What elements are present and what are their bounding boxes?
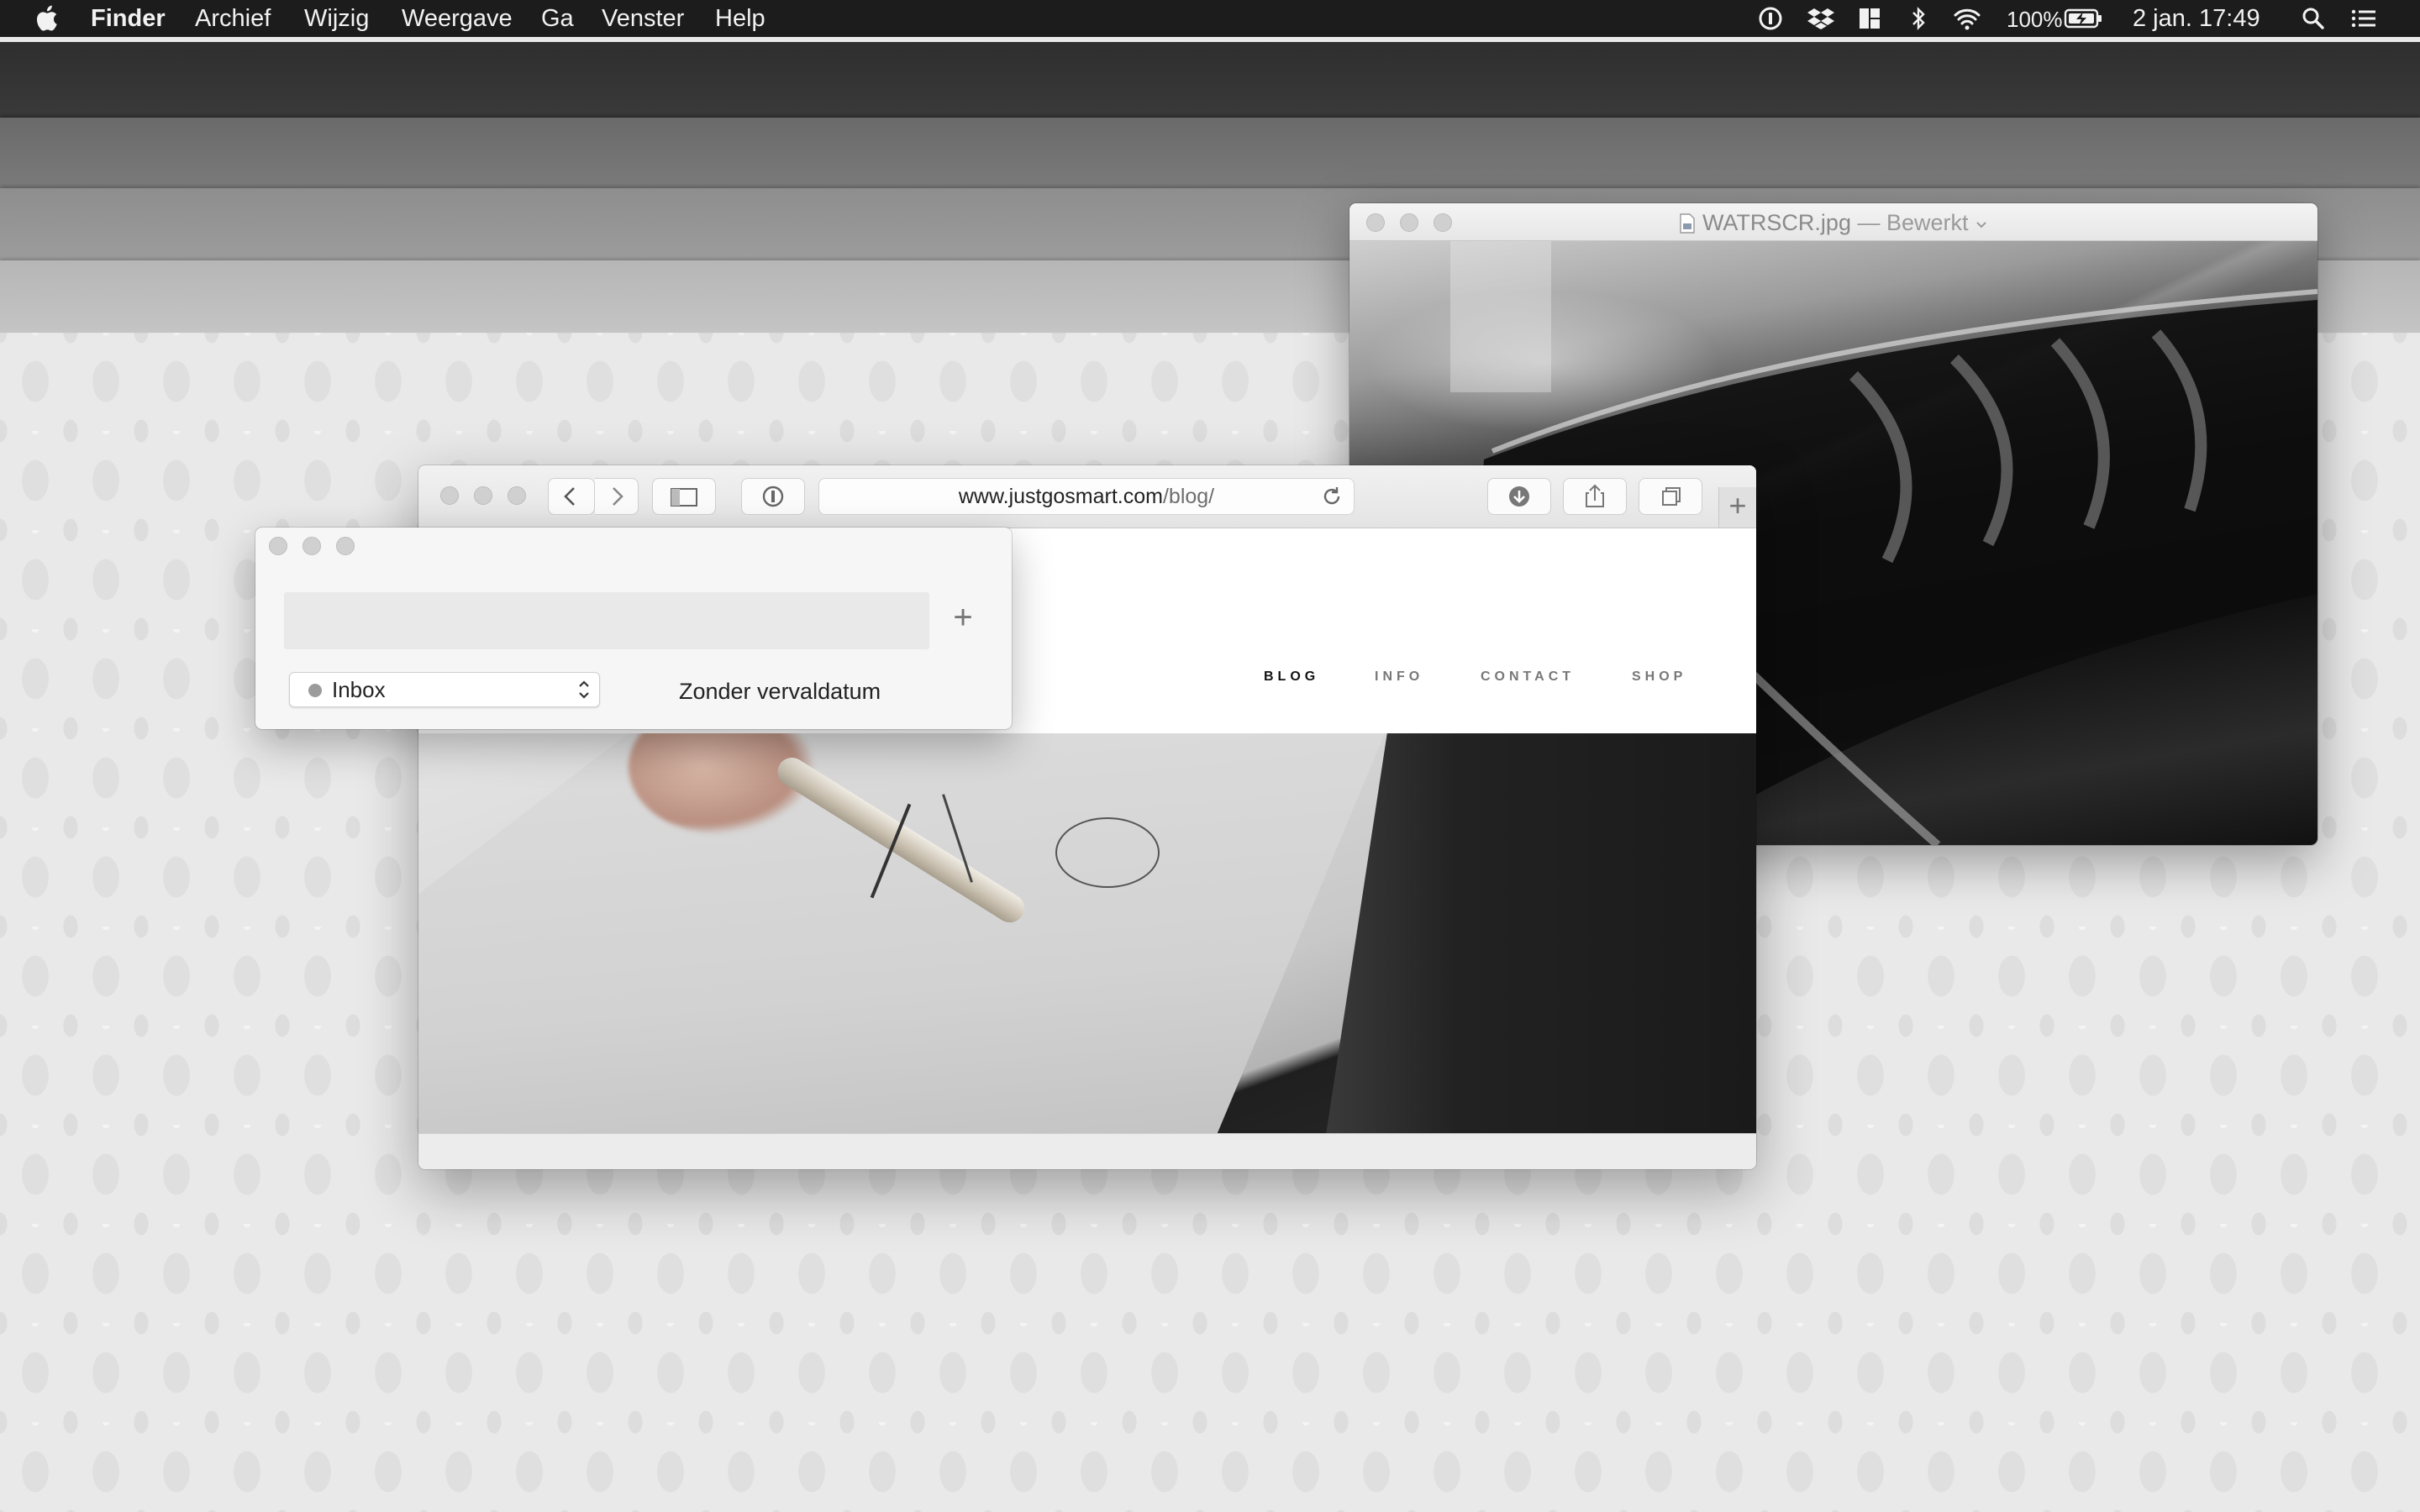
tablet-bezel xyxy=(1326,733,1756,1135)
zoom-button[interactable] xyxy=(508,486,526,505)
tabs-icon xyxy=(1662,487,1681,506)
bluetooth-icon[interactable] xyxy=(1904,6,1933,31)
chevron-down-icon[interactable] xyxy=(1975,220,1988,230)
url-path: /blog/ xyxy=(1162,485,1215,508)
menu-wijzig[interactable]: Wijzig xyxy=(304,5,369,33)
add-reminder-button[interactable]: + xyxy=(941,596,985,640)
new-tab-button[interactable]: + xyxy=(1718,487,1756,528)
safari-toolbar: www.justgosmart.com/blog/ + xyxy=(418,465,1756,528)
wallpaper-band xyxy=(0,118,2420,188)
menu-app-finder[interactable]: Finder xyxy=(91,5,166,33)
nav-blog[interactable]: BLOG xyxy=(1264,669,1319,685)
image-file-icon xyxy=(1680,213,1695,234)
preview-edited-state: — Bewerkt xyxy=(1857,210,1969,235)
battery-charging-icon[interactable] xyxy=(2064,6,2104,31)
menu-venster[interactable]: Venster xyxy=(602,5,684,33)
menu-help[interactable]: Help xyxy=(715,5,765,33)
due-date-label[interactable]: Zonder vervaldatum xyxy=(679,679,881,705)
close-button[interactable] xyxy=(269,537,287,555)
sidebar-button[interactable] xyxy=(652,478,716,515)
preview-title[interactable]: WATRSCR.jpg — Bewerkt xyxy=(1349,210,2317,236)
spotlight-search-icon[interactable] xyxy=(2299,6,2328,31)
1password-icon[interactable] xyxy=(1756,6,1785,31)
url-host: www.justgosmart.com xyxy=(958,485,1163,508)
zoom-button[interactable] xyxy=(336,537,355,555)
menu-archief[interactable]: Archief xyxy=(195,5,271,33)
1password-extension-button[interactable] xyxy=(741,478,805,515)
notification-list-icon[interactable] xyxy=(2349,6,2378,31)
chevron-left-icon xyxy=(564,487,575,506)
menu-weergave[interactable]: Weergave xyxy=(402,5,513,33)
sidebar-icon xyxy=(671,488,697,507)
minimize-button[interactable] xyxy=(302,537,321,555)
forward-button[interactable] xyxy=(595,478,639,515)
reminder-title-input[interactable] xyxy=(284,592,929,649)
menu-ga[interactable]: Ga xyxy=(541,5,574,33)
reload-icon[interactable] xyxy=(1320,485,1344,508)
menu-bar: Finder Archief Wijzig Weergave Ga Venste… xyxy=(0,0,2420,37)
minimize-button[interactable] xyxy=(474,486,492,505)
share-icon xyxy=(1586,484,1604,507)
downloads-button[interactable] xyxy=(1487,478,1551,515)
close-button[interactable] xyxy=(440,486,459,505)
safari-status-bar xyxy=(418,1133,1756,1169)
1password-icon xyxy=(762,486,784,507)
list-select[interactable]: Inbox xyxy=(289,672,600,707)
share-button[interactable] xyxy=(1563,478,1627,515)
back-button[interactable] xyxy=(548,478,595,515)
address-bar[interactable]: www.justgosmart.com/blog/ xyxy=(818,478,1355,515)
updown-chevron-icon xyxy=(579,680,589,699)
chevron-right-icon xyxy=(613,487,623,506)
drawn-circle xyxy=(1055,817,1160,888)
reminder-popup: + Inbox Zonder vervaldatum xyxy=(255,528,1012,729)
hero-image xyxy=(418,733,1756,1135)
wallpaper-band xyxy=(0,42,2420,118)
apple-icon[interactable] xyxy=(34,4,59,33)
battery-percentage: 100% xyxy=(2007,7,2063,32)
reminder-titlebar[interactable] xyxy=(255,528,1012,564)
list-color-dot xyxy=(308,684,322,697)
dropbox-icon[interactable] xyxy=(1807,6,1835,31)
preview-titlebar[interactable]: WATRSCR.jpg — Bewerkt xyxy=(1349,203,2317,241)
nav-info[interactable]: INFO xyxy=(1375,669,1423,685)
nav-contact[interactable]: CONTACT xyxy=(1481,669,1575,685)
preview-filename: WATRSCR.jpg xyxy=(1702,210,1851,235)
list-select-value: Inbox xyxy=(332,677,386,702)
download-icon xyxy=(1509,486,1529,507)
wifi-icon[interactable] xyxy=(1953,6,1981,31)
tab-overview-button[interactable] xyxy=(1639,478,1702,515)
menu-clock[interactable]: 2 jan. 17:49 xyxy=(2133,5,2260,33)
layout-icon[interactable] xyxy=(1855,6,1884,31)
nav-shop[interactable]: SHOP xyxy=(1632,669,1686,685)
